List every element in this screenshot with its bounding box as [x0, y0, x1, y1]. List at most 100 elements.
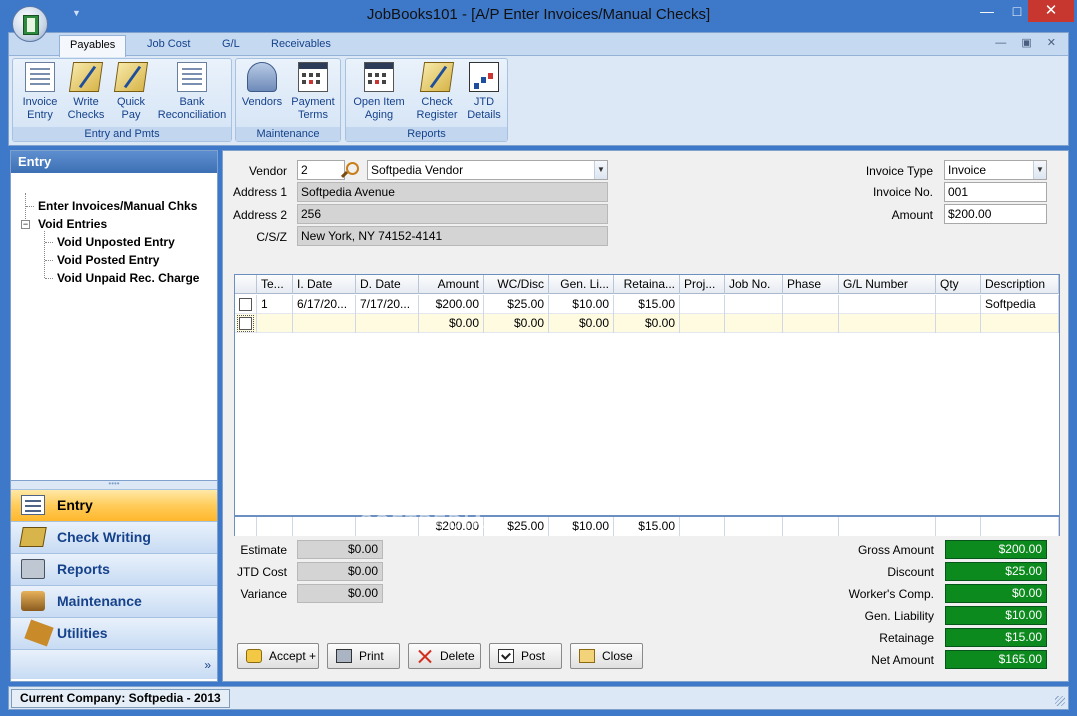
tree-item-enter-invoices[interactable]: Enter Invoices/Manual Chks	[38, 199, 197, 213]
nav-button-reports[interactable]: Reports	[11, 553, 217, 585]
row-checkbox[interactable]	[237, 315, 254, 332]
bank-reconciliation-button[interactable]: Bank Reconciliation	[155, 62, 229, 122]
tree-item-void-posted[interactable]: Void Posted Entry	[57, 253, 159, 267]
table-row[interactable]: 1 6/17/20... 7/17/20... $200.00 $25.00 $…	[235, 295, 1059, 314]
collapse-icon[interactable]: −	[21, 220, 30, 229]
address1-field[interactable]: Softpedia Avenue	[297, 182, 608, 202]
grid-header[interactable]: Amount	[419, 275, 484, 294]
invoice-no-field[interactable]: 001	[944, 182, 1047, 202]
maximize-button[interactable]: □	[1004, 0, 1030, 22]
grid-header[interactable]: Proj...	[680, 275, 725, 294]
nav-button-check-writing[interactable]: Check Writing	[11, 521, 217, 553]
grid-cell[interactable]: 1	[257, 295, 293, 314]
delete-button[interactable]: Delete	[408, 643, 481, 669]
grid-cell[interactable]: $0.00	[614, 314, 680, 333]
grid-cell[interactable]	[293, 314, 356, 333]
grid-header[interactable]: I. Date	[293, 275, 356, 294]
grid-cell[interactable]	[783, 295, 839, 314]
chevron-down-icon[interactable]: ▼	[1033, 161, 1046, 179]
row-select-cell[interactable]	[235, 295, 257, 314]
grid-header[interactable]: Te...	[257, 275, 293, 294]
grid-header[interactable]: Phase	[783, 275, 839, 294]
tree-connector	[44, 231, 45, 278]
grid-cell[interactable]	[783, 314, 839, 333]
minimize-button[interactable]: —	[972, 0, 1002, 22]
nav-button-maintenance[interactable]: Maintenance	[11, 585, 217, 617]
grid-cell[interactable]	[680, 295, 725, 314]
grid-cell[interactable]	[936, 314, 981, 333]
vendors-button[interactable]: Vendors	[239, 62, 285, 109]
grid-cell[interactable]	[981, 314, 1059, 333]
amount-field[interactable]: $200.00	[944, 204, 1047, 224]
nav-configure-button[interactable]: »	[11, 649, 217, 679]
estimate-label: Estimate	[240, 543, 287, 557]
grid-header[interactable]: Qty	[936, 275, 981, 294]
tree-item-void-unposted[interactable]: Void Unposted Entry	[57, 235, 175, 249]
accept-button[interactable]: Accept +	[237, 643, 319, 669]
search-icon[interactable]	[346, 162, 359, 175]
invoice-entry-button[interactable]: Invoice Entry	[17, 62, 63, 122]
tree-item-void-unpaid[interactable]: Void Unpaid Rec. Charge	[57, 271, 199, 285]
grid-total-cell: $10.00	[549, 517, 614, 536]
grid-cell[interactable]: $15.00	[614, 295, 680, 314]
grid-header[interactable]: Retaina...	[614, 275, 680, 294]
grid-cell[interactable]	[725, 314, 783, 333]
vendor-name-select[interactable]: Softpedia Vendor ▼	[367, 160, 608, 180]
address2-field[interactable]: 256	[297, 204, 608, 224]
tab-receivables[interactable]: Receivables	[261, 35, 341, 56]
tab-payables[interactable]: Payables	[59, 35, 127, 57]
grid-cell[interactable]: $200.00	[419, 295, 484, 314]
grid-cell[interactable]	[936, 295, 981, 314]
maintenance-icon	[21, 591, 45, 611]
grid-header[interactable]: Job No.	[725, 275, 783, 294]
tree-item-void-entries[interactable]: Void Entries	[38, 217, 107, 231]
chevron-down-icon[interactable]: ▼	[594, 161, 607, 179]
nav-button-entry[interactable]: Entry	[11, 489, 217, 521]
print-button[interactable]: Print	[327, 643, 400, 669]
row-checkbox[interactable]	[239, 298, 252, 311]
jtd-details-button[interactable]: JTD Details	[464, 62, 504, 122]
row-select-cell[interactable]	[235, 314, 257, 333]
grid-cell[interactable]: $0.00	[419, 314, 484, 333]
payment-terms-button[interactable]: Payment Terms	[288, 62, 338, 122]
invoice-type-select[interactable]: Invoice ▼	[944, 160, 1047, 180]
grid-cell[interactable]: 7/17/20...	[356, 295, 419, 314]
grid-cell[interactable]: $25.00	[484, 295, 549, 314]
grid-cell[interactable]	[356, 314, 419, 333]
grid-cell[interactable]	[725, 295, 783, 314]
csz-field[interactable]: New York, NY 74152-4141	[297, 226, 608, 246]
grid-cell[interactable]: 6/17/20...	[293, 295, 356, 314]
vendor-id-field[interactable]: 2	[297, 160, 345, 180]
grid-cell[interactable]	[839, 314, 936, 333]
grid-cell[interactable]	[680, 314, 725, 333]
grid-header[interactable]: G/L Number	[839, 275, 936, 294]
net-amount-label: Net Amount	[871, 653, 934, 667]
discount-value: $25.00	[945, 562, 1047, 581]
grid-cell[interactable]: $0.00	[484, 314, 549, 333]
grid-cell[interactable]: Softpedia	[981, 295, 1059, 314]
grid-cell[interactable]: $10.00	[549, 295, 614, 314]
nav-button-utilities[interactable]: Utilities	[11, 617, 217, 649]
grid-header[interactable]: Description	[981, 275, 1059, 294]
grid-header[interactable]: WC/Disc	[484, 275, 549, 294]
open-item-aging-button[interactable]: Open Item Aging	[349, 62, 409, 122]
grid-cell[interactable]: $0.00	[549, 314, 614, 333]
write-checks-button[interactable]: Write Checks	[65, 62, 107, 122]
pane-splitter[interactable]: ••••	[11, 480, 217, 489]
grid-cell[interactable]	[257, 314, 293, 333]
grid-cell[interactable]	[839, 295, 936, 314]
app-logo-icon[interactable]	[12, 6, 48, 42]
post-button[interactable]: Post	[489, 643, 562, 669]
address1-label: Address 1	[232, 185, 287, 199]
close-button[interactable]: Close	[570, 643, 643, 669]
table-row[interactable]: $0.00 $0.00 $0.00 $0.00	[235, 314, 1059, 333]
resize-grip-icon[interactable]	[1055, 696, 1065, 706]
grid-header[interactable]: D. Date	[356, 275, 419, 294]
close-window-button[interactable]: ✕	[1028, 0, 1074, 22]
quick-pay-button[interactable]: Quick Pay	[111, 62, 151, 122]
tab-gl[interactable]: G/L	[212, 35, 250, 56]
mdi-window-controls[interactable]: — ▣ ✕	[995, 36, 1062, 49]
check-register-button[interactable]: Check Register	[412, 62, 462, 122]
grid-header[interactable]: Gen. Li...	[549, 275, 614, 294]
tab-job-cost[interactable]: Job Cost	[137, 35, 200, 56]
